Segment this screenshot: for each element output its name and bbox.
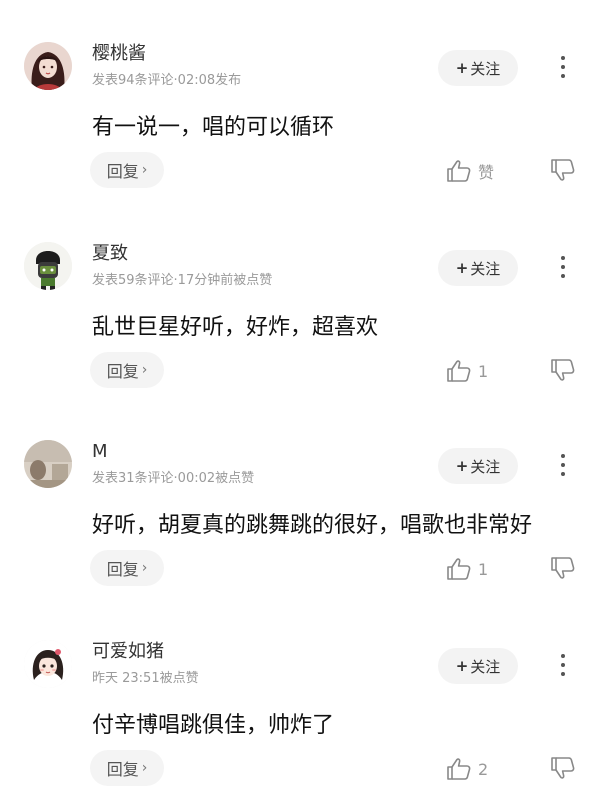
avatar[interactable] (24, 42, 72, 90)
thumbs-down-icon (551, 757, 575, 779)
thumbs-up-icon (447, 758, 471, 780)
follow-label: 关注 (470, 457, 501, 476)
reply-button[interactable]: 回复 › (90, 152, 164, 188)
reply-label: 回复 (106, 162, 139, 181)
follow-button[interactable]: + 关注 (438, 648, 518, 684)
more-options-icon[interactable] (550, 650, 576, 680)
comment-text: 乱世巨星好听，好炸，超喜欢 (92, 315, 379, 340)
chevron-right-icon: › (141, 560, 148, 576)
thumbs-down-icon (551, 557, 575, 579)
reply-label: 回复 (106, 560, 139, 579)
username[interactable]: M (92, 441, 108, 463)
like-button[interactable]: 1 (446, 555, 488, 583)
more-options-icon[interactable] (550, 450, 576, 480)
chevron-right-icon: › (141, 162, 148, 178)
like-count: 1 (478, 559, 489, 579)
follow-label: 关注 (470, 657, 501, 676)
like-count: 1 (478, 361, 489, 381)
comment-item: 樱桃酱 发表94条评论·02:08发布 + 关注 有一说一，唱的可以循环 回复 … (0, 0, 600, 200)
plus-icon: + (455, 457, 469, 475)
username[interactable]: 夏致 (92, 243, 128, 265)
plus-icon: + (455, 657, 469, 675)
follow-button[interactable]: + 关注 (438, 448, 518, 484)
follow-button[interactable]: + 关注 (438, 250, 518, 286)
plus-icon: + (455, 59, 469, 77)
comment-text: 好听，胡夏真的跳舞跳的很好，唱歌也非常好 (92, 513, 533, 538)
cartoon-girl-avatar-icon (24, 640, 72, 688)
reply-button[interactable]: 回复 › (90, 750, 164, 786)
comment-item: M 发表31条评论·00:02被点赞 + 关注 好听，胡夏真的跳舞跳的很好，唱歌… (0, 398, 600, 598)
dislike-button[interactable] (550, 358, 578, 386)
comment-item: 可爱如猪 昨天 23:51被点赞 + 关注 付辛博唱跳俱佳，帅炸了 回复 › 2 (0, 598, 600, 798)
comment-text: 有一说一，唱的可以循环 (92, 115, 335, 140)
username[interactable]: 樱桃酱 (92, 43, 146, 65)
reply-button[interactable]: 回复 › (90, 352, 164, 388)
dislike-button[interactable] (550, 756, 578, 784)
avatar[interactable] (24, 440, 72, 488)
thumbs-up-icon (447, 360, 471, 382)
follow-label: 关注 (470, 259, 501, 278)
reply-button[interactable]: 回复 › (90, 550, 164, 586)
follow-button[interactable]: + 关注 (438, 50, 518, 86)
avatar[interactable] (24, 242, 72, 290)
plus-icon: + (455, 259, 469, 277)
follow-label: 关注 (470, 59, 501, 78)
cartoon-character-avatar-icon (24, 242, 72, 290)
comment-meta: 发表94条评论·02:08发布 (92, 73, 242, 88)
thumbs-up-icon (447, 160, 471, 182)
like-button[interactable]: 1 (446, 357, 488, 385)
chevron-right-icon: › (141, 760, 148, 776)
comment-meta: 发表59条评论·17分钟前被点赞 (92, 273, 273, 288)
photo-avatar-icon (24, 440, 72, 488)
thumbs-down-icon (551, 359, 575, 381)
thumbs-down-icon (551, 159, 575, 181)
reply-label: 回复 (106, 760, 139, 779)
dislike-button[interactable] (550, 158, 578, 186)
comment-meta: 昨天 23:51被点赞 (92, 671, 199, 686)
reply-label: 回复 (106, 362, 139, 381)
comment-item: 夏致 发表59条评论·17分钟前被点赞 + 关注 乱世巨星好听，好炸，超喜欢 回… (0, 200, 600, 400)
like-count: 2 (478, 759, 489, 779)
comment-meta: 发表31条评论·00:02被点赞 (92, 471, 255, 486)
comment-text: 付辛博唱跳俱佳，帅炸了 (92, 713, 335, 738)
like-button[interactable]: 2 (446, 755, 488, 783)
chevron-right-icon: › (141, 362, 148, 378)
username[interactable]: 可爱如猪 (92, 641, 164, 663)
more-options-icon[interactable] (550, 52, 576, 82)
thumbs-up-icon (447, 558, 471, 580)
like-button[interactable]: 赞 (446, 157, 494, 185)
more-options-icon[interactable] (550, 252, 576, 282)
avatar[interactable] (24, 640, 72, 688)
like-count: 赞 (478, 163, 495, 182)
anime-girl-avatar-icon (24, 42, 72, 90)
dislike-button[interactable] (550, 556, 578, 584)
